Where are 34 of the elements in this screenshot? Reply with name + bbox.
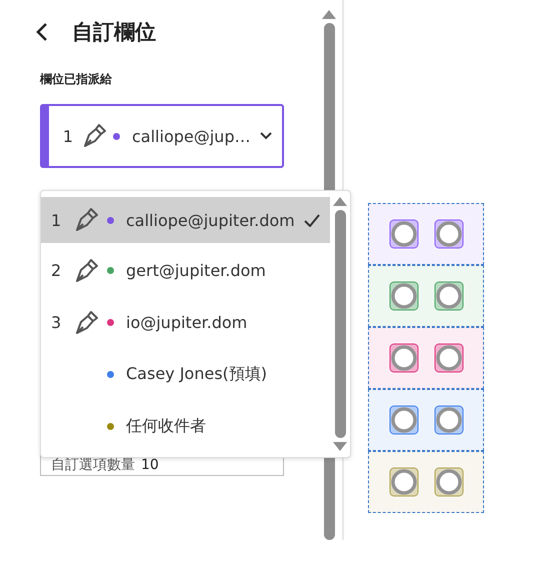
radio-button-icon[interactable] (434, 219, 464, 249)
radio-group-field[interactable] (368, 203, 484, 265)
radio-button-icon[interactable] (388, 405, 418, 435)
radio-group-field[interactable] (368, 265, 484, 327)
radio-button-icon[interactable] (388, 467, 418, 497)
section-label: 欄位已指派給 (40, 71, 113, 88)
menu-item[interactable]: Casey Jones(預填) (41, 350, 330, 400)
scroll-down-icon[interactable] (333, 442, 347, 451)
menu-item[interactable]: 任何收件者 (41, 402, 330, 451)
radio-button-icon[interactable] (434, 343, 464, 373)
radio-button-icon[interactable] (434, 405, 464, 435)
pen-nib-icon (73, 207, 99, 234)
radio-button-icon[interactable] (388, 219, 418, 249)
recipient-select[interactable]: 1 calliope@jup… (40, 104, 284, 168)
radio-group-field[interactable] (368, 327, 484, 389)
radio-group-field[interactable] (368, 389, 484, 451)
radio-button-icon[interactable] (434, 467, 464, 497)
menu-item[interactable]: 3 io@jupiter.dom (41, 298, 330, 348)
panel-title: 自訂欄位 (72, 19, 156, 46)
radio-button-icon[interactable] (388, 281, 418, 311)
pen-nib-icon (73, 310, 99, 336)
menu-item[interactable]: 2 gert@jupiter.dom (41, 246, 330, 296)
menu-item[interactable]: 1 calliope@jupiter.dom (41, 197, 330, 244)
chevron-down-icon (260, 132, 272, 140)
radio-button-icon[interactable] (434, 281, 464, 311)
radio-button-icon[interactable] (388, 343, 418, 373)
radio-group-field[interactable] (368, 451, 484, 513)
scroll-up-icon[interactable] (333, 197, 347, 206)
scroll-up-icon[interactable] (322, 10, 336, 19)
scrollbar-thumb[interactable] (334, 210, 346, 438)
chevron-left-icon (35, 22, 49, 42)
pen-nib-icon (81, 123, 107, 149)
checkmark-icon (304, 214, 320, 227)
pen-nib-icon (73, 258, 99, 284)
